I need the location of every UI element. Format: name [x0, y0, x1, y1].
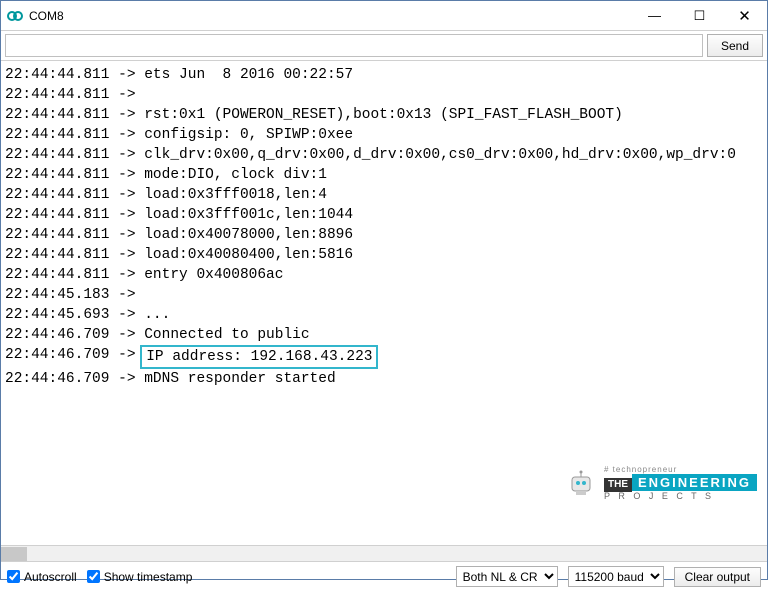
- watermark-projects: P R O J E C T S: [604, 492, 757, 501]
- arduino-icon: [7, 8, 23, 24]
- log-line: 22:44:44.811 ->: [5, 85, 767, 105]
- log-message: ...: [144, 305, 170, 325]
- log-timestamp: 22:44:44.811 ->: [5, 65, 144, 85]
- log-timestamp: 22:44:46.709 ->: [5, 325, 144, 345]
- baud-select[interactable]: 115200 baud: [568, 566, 664, 587]
- log-timestamp: 22:44:44.811 ->: [5, 85, 144, 105]
- log-timestamp: 22:44:44.811 ->: [5, 225, 144, 245]
- horizontal-scrollbar[interactable]: [1, 545, 767, 561]
- scrollbar-thumb[interactable]: [1, 547, 27, 561]
- log-message: load:0x3fff0018,len:4: [144, 185, 327, 205]
- log-line: 22:44:46.709 -> Connected to public: [5, 325, 767, 345]
- maximize-button[interactable]: ☐: [677, 1, 722, 31]
- log-line: 22:44:46.709 -> IP address: 192.168.43.2…: [5, 345, 767, 369]
- log-timestamp: 22:44:44.811 ->: [5, 145, 144, 165]
- log-line: 22:44:45.693 -> ...: [5, 305, 767, 325]
- window-controls: — ☐ ✕: [632, 1, 767, 31]
- autoscroll-label: Autoscroll: [24, 570, 77, 584]
- clear-output-button[interactable]: Clear output: [674, 567, 761, 587]
- window-title: COM8: [29, 9, 632, 23]
- autoscroll-input[interactable]: [7, 570, 20, 583]
- send-button[interactable]: Send: [707, 34, 763, 57]
- log-timestamp: 22:44:46.709 ->: [5, 345, 144, 369]
- timestamp-checkbox[interactable]: Show timestamp: [87, 570, 193, 584]
- log-line: 22:44:44.811 -> load:0x40078000,len:8896: [5, 225, 767, 245]
- watermark-hash: # technopreneur: [604, 466, 757, 474]
- serial-input-row: Send: [1, 31, 767, 61]
- timestamp-label: Show timestamp: [104, 570, 193, 584]
- log-line: 22:44:44.811 -> load:0x3fff0018,len:4: [5, 185, 767, 205]
- log-line: 22:44:44.811 -> load:0x3fff001c,len:1044: [5, 205, 767, 225]
- title-bar: COM8 — ☐ ✕: [1, 1, 767, 31]
- log-message: clk_drv:0x00,q_drv:0x00,d_drv:0x00,cs0_d…: [144, 145, 736, 165]
- log-message: ets Jun 8 2016 00:22:57: [144, 65, 353, 85]
- log-timestamp: 22:44:45.693 ->: [5, 305, 144, 325]
- log-message: IP address: 192.168.43.223: [144, 345, 378, 369]
- timestamp-input[interactable]: [87, 570, 100, 583]
- log-message: load:0x40078000,len:8896: [144, 225, 353, 245]
- log-line: 22:44:45.183 ->: [5, 285, 767, 305]
- autoscroll-checkbox[interactable]: Autoscroll: [7, 570, 77, 584]
- log-line: 22:44:44.811 -> ets Jun 8 2016 00:22:57: [5, 65, 767, 85]
- log-message: entry 0x400806ac: [144, 265, 283, 285]
- close-button[interactable]: ✕: [722, 1, 767, 31]
- log-line: 22:44:44.811 -> mode:DIO, clock div:1: [5, 165, 767, 185]
- log-message: configsip: 0, SPIWP:0xee: [144, 125, 353, 145]
- log-timestamp: 22:44:44.811 ->: [5, 185, 144, 205]
- bottom-bar: Autoscroll Show timestamp Both NL & CR 1…: [1, 561, 767, 591]
- watermark-the: THE: [604, 478, 632, 492]
- serial-input[interactable]: [5, 34, 703, 57]
- log-timestamp: 22:44:45.183 ->: [5, 285, 144, 305]
- log-message: mode:DIO, clock div:1: [144, 165, 327, 185]
- log-line: 22:44:44.811 -> entry 0x400806ac: [5, 265, 767, 285]
- log-timestamp: 22:44:44.811 ->: [5, 165, 144, 185]
- serial-console[interactable]: 22:44:44.811 -> ets Jun 8 2016 00:22:572…: [1, 61, 767, 545]
- log-timestamp: 22:44:46.709 ->: [5, 369, 144, 389]
- log-timestamp: 22:44:44.811 ->: [5, 265, 144, 285]
- watermark-logo: # technopreneur THEENGINEERING P R O J E…: [564, 466, 757, 501]
- line-ending-select[interactable]: Both NL & CR: [456, 566, 558, 587]
- log-timestamp: 22:44:44.811 ->: [5, 105, 144, 125]
- log-timestamp: 22:44:44.811 ->: [5, 205, 144, 225]
- log-line: 22:44:44.811 -> rst:0x1 (POWERON_RESET),…: [5, 105, 767, 125]
- ip-address-highlight: IP address: 192.168.43.223: [140, 345, 378, 369]
- watermark-eng: ENGINEERING: [632, 474, 757, 491]
- log-message: mDNS responder started: [144, 369, 335, 389]
- log-message: load:0x3fff001c,len:1044: [144, 205, 353, 225]
- log-line: 22:44:46.709 -> mDNS responder started: [5, 369, 767, 389]
- log-message: load:0x40080400,len:5816: [144, 245, 353, 265]
- minimize-button[interactable]: —: [632, 1, 677, 31]
- log-timestamp: 22:44:44.811 ->: [5, 125, 144, 145]
- log-timestamp: 22:44:44.811 ->: [5, 245, 144, 265]
- robot-icon: [564, 467, 598, 501]
- log-line: 22:44:44.811 -> clk_drv:0x00,q_drv:0x00,…: [5, 145, 767, 165]
- log-message: rst:0x1 (POWERON_RESET),boot:0x13 (SPI_F…: [144, 105, 623, 125]
- log-line: 22:44:44.811 -> load:0x40080400,len:5816: [5, 245, 767, 265]
- log-message: Connected to public: [144, 325, 309, 345]
- log-line: 22:44:44.811 -> configsip: 0, SPIWP:0xee: [5, 125, 767, 145]
